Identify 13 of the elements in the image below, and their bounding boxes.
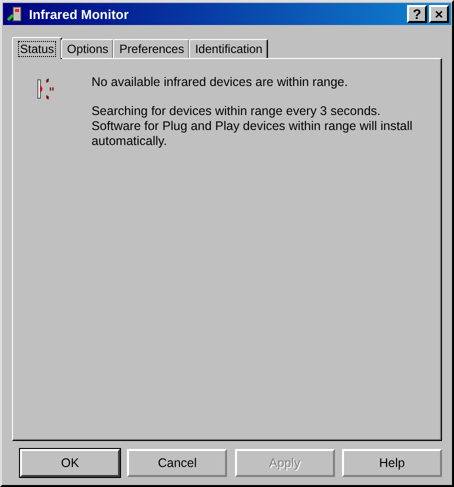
app-icon	[7, 6, 23, 22]
status-details: Searching for devices within range every 3 seconds. Software for Plug and Play devices within range will install automatically.	[91, 104, 414, 149]
help-button[interactable]: ?	[407, 5, 427, 23]
dialog-button[interactable]: Help	[342, 449, 442, 477]
dialog-button[interactable]: Cancel	[127, 449, 228, 477]
close-button[interactable]: ×	[429, 5, 449, 23]
dialog-button[interactable]: OK	[20, 449, 120, 477]
tab[interactable]: Identification	[189, 39, 268, 58]
tab[interactable]: Status	[12, 37, 62, 59]
tab[interactable]: Options	[61, 39, 114, 58]
window-title: Infrared Monitor	[29, 6, 130, 22]
tab[interactable]: Preferences	[113, 39, 190, 58]
status-message: No available infrared devices are within range.	[91, 75, 349, 90]
